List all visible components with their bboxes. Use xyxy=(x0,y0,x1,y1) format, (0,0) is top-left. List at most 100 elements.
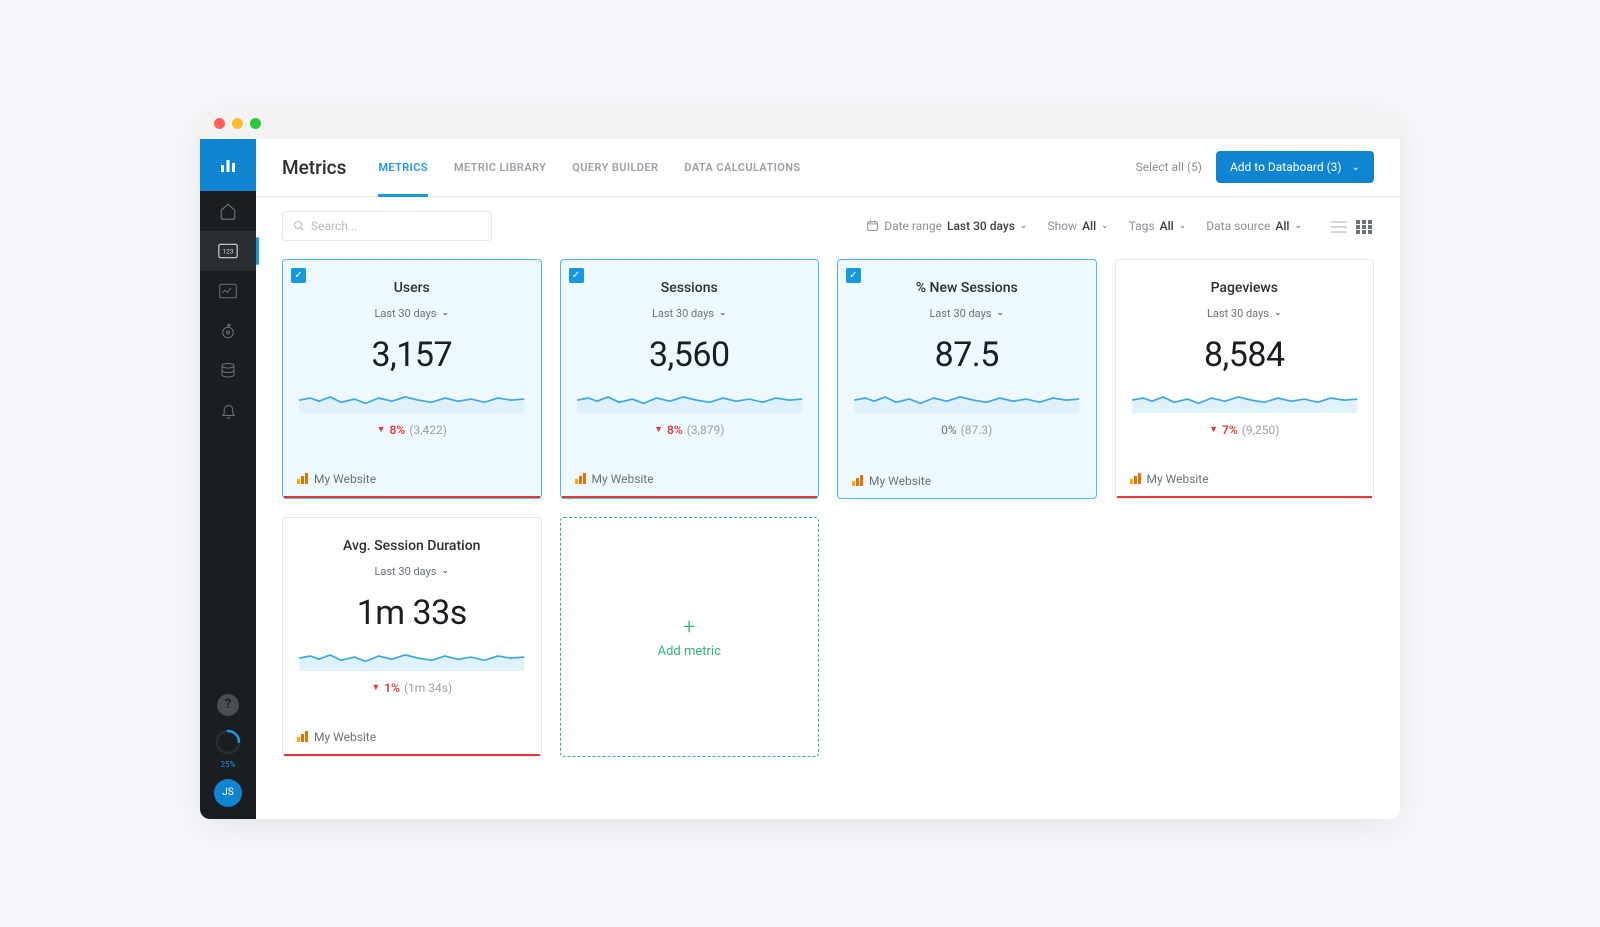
chevron-down-icon: ⌄ xyxy=(1101,221,1109,231)
card-value: 3,157 xyxy=(297,335,527,375)
progress-label: 25% xyxy=(221,760,236,769)
card-footer: My Website xyxy=(1116,461,1374,496)
card-period[interactable]: Last 30 days ⌄ xyxy=(374,565,449,578)
sidebar-item-home[interactable] xyxy=(200,191,256,231)
card-period[interactable]: Last 30 days ⌄ xyxy=(1207,307,1282,320)
chevron-down-icon: ⌄ xyxy=(1020,221,1028,231)
card-delta: ▼8% (3,422) xyxy=(297,423,527,437)
filter-data-source[interactable]: Data source All ⌄ xyxy=(1206,219,1302,233)
sparkline-chart xyxy=(297,383,527,413)
chevron-down-icon: ⌄ xyxy=(1352,162,1360,173)
logo-icon[interactable] xyxy=(200,139,256,191)
card-source: My Website xyxy=(869,474,931,488)
card-source: My Website xyxy=(1147,472,1209,486)
metric-card[interactable]: ✓SessionsLast 30 days ⌄3,560▼8% (3,879)M… xyxy=(560,259,820,499)
metric-card[interactable]: Pageviews Last 30 days ⌄ 8,584 ▼7% (9,250) M… xyxy=(1115,259,1375,499)
filter-bar: Search... Date range Last 30 days ⌄ Show… xyxy=(256,197,1400,251)
checkbox-icon[interactable]: ✓ xyxy=(569,268,584,283)
window-titlebar xyxy=(200,109,1400,139)
maximize-icon[interactable] xyxy=(250,118,261,129)
chevron-down-icon: ⌄ xyxy=(441,566,449,576)
avatar[interactable]: JS xyxy=(214,779,242,807)
metric-card[interactable]: ✓Users Last 30 days ⌄ 3,157 ▼8% (3,422) My W… xyxy=(282,259,542,499)
plus-icon: + xyxy=(683,615,695,640)
filter-date-range[interactable]: Date range Last 30 days ⌄ xyxy=(866,219,1027,233)
minimize-icon[interactable] xyxy=(232,118,243,129)
checkbox-icon[interactable]: ✓ xyxy=(291,268,306,283)
card-period[interactable]: Last 30 days ⌄ xyxy=(652,307,727,320)
main-content: Metrics METRICS METRIC LIBRARY QUERY BUI… xyxy=(256,139,1400,819)
tab-metric-library[interactable]: METRIC LIBRARY xyxy=(454,139,546,196)
sidebar-item-dashboards[interactable] xyxy=(200,271,256,311)
arrow-down-icon: ▼ xyxy=(371,682,380,693)
metric-card[interactable]: Avg. Session Duration Last 30 days ⌄ 1m 33… xyxy=(282,517,542,757)
progress-ring-icon[interactable] xyxy=(214,728,242,756)
chevron-down-icon: ⌄ xyxy=(996,308,1004,318)
card-value: 8,584 xyxy=(1130,335,1360,375)
sparkline-chart xyxy=(852,383,1082,413)
help-icon[interactable]: ? xyxy=(217,694,239,716)
card-title: Pageviews xyxy=(1130,280,1360,296)
card-delta: ▼7% (9,250) xyxy=(1130,423,1360,437)
alert-bar xyxy=(284,754,540,756)
chevron-down-icon: ⌄ xyxy=(1179,221,1187,231)
card-source: My Website xyxy=(592,472,654,486)
tab-data-calculations[interactable]: DATA CALCULATIONS xyxy=(684,139,800,196)
select-all-link[interactable]: Select all (5) xyxy=(1136,160,1202,174)
alert-bar xyxy=(1117,496,1373,498)
alert-bar xyxy=(284,496,540,498)
card-footer: My Website xyxy=(561,461,819,496)
svg-text:123: 123 xyxy=(222,247,233,255)
arrow-down-icon: ▼ xyxy=(377,424,386,435)
card-footer: My Website xyxy=(283,719,541,754)
metric-grid: ✓UsersLast 30 days ⌄3,157▼8% (3,422)My W… xyxy=(256,251,1400,783)
google-analytics-icon xyxy=(297,473,308,484)
filter-tags[interactable]: Tags All ⌄ xyxy=(1129,219,1187,233)
card-period[interactable]: Last 30 days ⌄ xyxy=(929,307,1004,320)
card-source: My Website xyxy=(314,730,376,744)
add-to-databoard-button[interactable]: Add to Databoard (3) ⌄ xyxy=(1216,151,1374,183)
tab-query-builder[interactable]: QUERY BUILDER xyxy=(572,139,658,196)
sparkline-chart xyxy=(1130,383,1360,413)
chevron-down-icon: ⌄ xyxy=(1274,308,1282,318)
app-window: 123 ? 25% JS Metrics xyxy=(200,109,1400,819)
card-footer: My Website xyxy=(283,461,541,496)
search-placeholder: Search... xyxy=(311,219,357,233)
card-delta: ▼8% (3,879) xyxy=(575,423,805,437)
card-title: Users xyxy=(297,280,527,296)
card-title: % New Sessions xyxy=(852,280,1082,296)
card-title: Avg. Session Duration xyxy=(297,538,527,554)
add-metric-card[interactable]: +Add metric xyxy=(560,517,820,757)
card-delta: 0% (87.3) xyxy=(852,423,1082,437)
card-value: 1m 33s xyxy=(297,593,527,633)
alert-bar xyxy=(562,496,818,498)
card-source: My Website xyxy=(314,472,376,486)
header: Metrics METRICS METRIC LIBRARY QUERY BUI… xyxy=(256,139,1400,197)
checkbox-icon[interactable]: ✓ xyxy=(846,268,861,283)
view-list-icon[interactable] xyxy=(1330,219,1348,233)
card-delta: ▼1% (1m 34s) xyxy=(297,681,527,695)
sidebar-item-metrics[interactable]: 123 xyxy=(200,231,256,271)
sparkline-chart xyxy=(575,383,805,413)
google-analytics-icon xyxy=(852,475,863,486)
sidebar-item-data[interactable] xyxy=(200,351,256,391)
chevron-down-icon: ⌄ xyxy=(719,308,727,318)
close-icon[interactable] xyxy=(214,118,225,129)
card-title: Sessions xyxy=(575,280,805,296)
add-button-label: Add to Databoard (3) xyxy=(1230,160,1342,174)
view-grid-icon[interactable] xyxy=(1356,219,1374,233)
search-input[interactable]: Search... xyxy=(282,211,492,241)
arrow-down-icon: ▼ xyxy=(654,424,663,435)
chevron-down-icon: ⌄ xyxy=(1294,221,1302,231)
page-title: Metrics xyxy=(282,156,346,179)
tab-metrics[interactable]: METRICS xyxy=(378,139,428,196)
filter-show[interactable]: Show All ⌄ xyxy=(1047,219,1108,233)
card-footer: My Website xyxy=(838,463,1096,498)
chevron-down-icon: ⌄ xyxy=(441,308,449,318)
sidebar-item-alerts[interactable] xyxy=(200,391,256,431)
google-analytics-icon xyxy=(297,731,308,742)
card-period[interactable]: Last 30 days ⌄ xyxy=(374,307,449,320)
google-analytics-icon xyxy=(1130,473,1141,484)
metric-card[interactable]: ✓% New SessionsLast 30 days ⌄87.50% (87.… xyxy=(837,259,1097,499)
sidebar-item-goals[interactable] xyxy=(200,311,256,351)
